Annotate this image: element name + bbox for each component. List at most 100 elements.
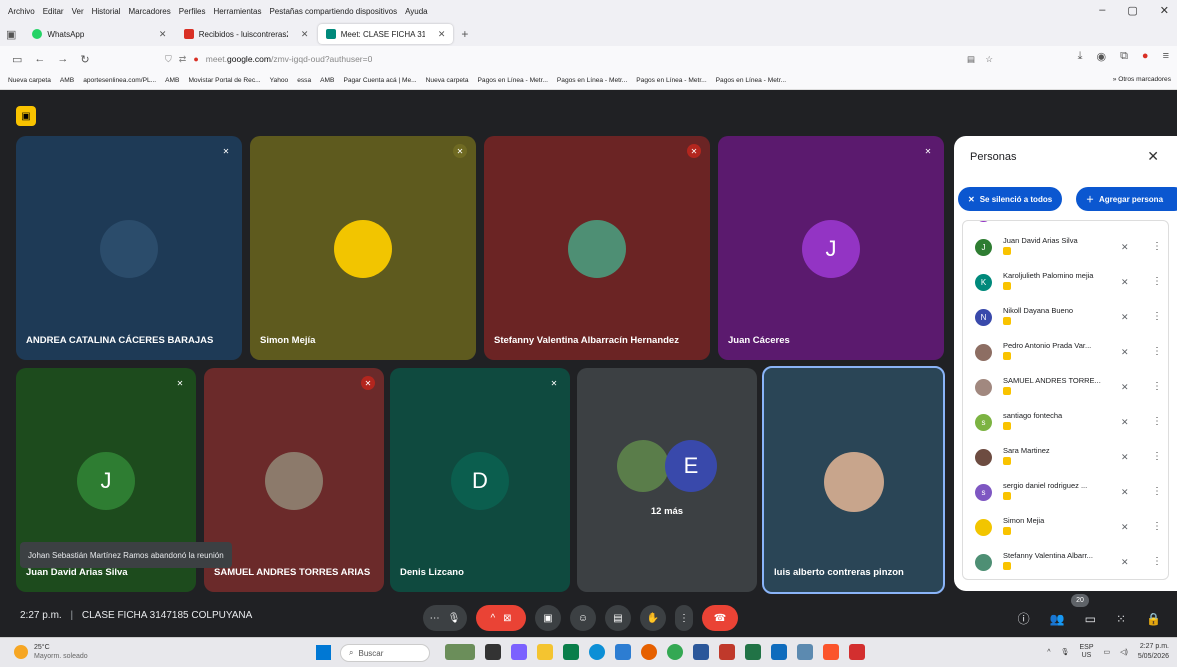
- pdf-icon[interactable]: [849, 644, 865, 660]
- more-options-icon[interactable]: ⋮: [1152, 311, 1162, 322]
- firefox-icon[interactable]: [641, 644, 657, 660]
- mic-off-icon[interactable]: ✕: [1121, 242, 1129, 253]
- more-options-icon[interactable]: ⋮: [1152, 451, 1162, 462]
- outlook-icon[interactable]: [771, 644, 787, 660]
- menu-pestanas[interactable]: Pestañas compartiendo dispositivos: [269, 7, 397, 16]
- taskview-icon[interactable]: [485, 644, 501, 660]
- more-options-icon[interactable]: ⋮: [1152, 346, 1162, 357]
- edge-icon[interactable]: [589, 644, 605, 660]
- chevron-up-icon[interactable]: ^: [1047, 649, 1050, 656]
- list-item[interactable]: Simon Mejia ✕ ⋮: [963, 511, 1168, 545]
- app-icon[interactable]: [719, 644, 735, 660]
- bookmark-item[interactable]: Yahoo: [270, 77, 289, 84]
- bookmark-item[interactable]: AMB: [320, 77, 334, 84]
- widget-icon[interactable]: [445, 644, 475, 660]
- bookmark-item[interactable]: Nueva carpeta: [426, 77, 469, 84]
- addon-icon[interactable]: ●: [1142, 50, 1149, 63]
- close-window-icon[interactable]: ✕: [1160, 4, 1169, 17]
- extensions-icon[interactable]: ⧉: [1120, 50, 1128, 63]
- list-item[interactable]: Stefanny Valentina Albarr... ✕ ⋮: [963, 546, 1168, 579]
- bookmark-item[interactable]: Pagos en Línea - Metr...: [478, 77, 548, 84]
- network-icon[interactable]: ▭: [1104, 648, 1111, 656]
- mic-off-icon[interactable]: ✕: [1121, 417, 1129, 428]
- weather-widget[interactable]: 25°C Mayorm. soleado: [14, 643, 88, 661]
- present-button[interactable]: ▣: [535, 605, 561, 631]
- photos-icon[interactable]: [615, 644, 631, 660]
- chrome-icon[interactable]: [667, 644, 683, 660]
- copilot-icon[interactable]: [511, 644, 527, 660]
- activities-icon[interactable]: ⁙: [1116, 612, 1126, 626]
- menu-marcadores[interactable]: Marcadores: [129, 7, 171, 16]
- camera-off-button[interactable]: ^ ⊠: [476, 605, 526, 631]
- bookmark-item[interactable]: AMB: [165, 77, 179, 84]
- info-icon[interactable]: ⓘ: [1018, 610, 1030, 627]
- more-options-icon[interactable]: ⋮: [1152, 276, 1162, 287]
- other-bookmarks[interactable]: » Otros marcadores: [1106, 76, 1171, 83]
- tab-gmail[interactable]: Recibidos - luiscontreras2070@ ✕: [176, 24, 316, 44]
- menu-archivo[interactable]: Archivo: [8, 7, 35, 16]
- bookmark-item[interactable]: Pagos en Línea - Metr...: [716, 77, 786, 84]
- account-icon[interactable]: ◉: [1096, 50, 1106, 63]
- mic-off-icon[interactable]: ✕: [1121, 487, 1129, 498]
- chat-icon[interactable]: ▭: [1085, 612, 1096, 626]
- more-options-button[interactable]: ⋮: [675, 605, 693, 631]
- bookmark-item[interactable]: Movistar Portal de Rec...: [188, 77, 260, 84]
- list-item[interactable]: Sara Martinez ✕ ⋮: [963, 441, 1168, 475]
- clock[interactable]: 2:27 p.m. 5/05/2026: [1138, 642, 1169, 662]
- list-item[interactable]: s sergio daniel rodriguez ... ✕ ⋮: [963, 476, 1168, 510]
- mic-off-icon[interactable]: ✕: [1121, 347, 1129, 358]
- participant-tile[interactable]: ✕ J Juan Cáceres: [718, 136, 944, 360]
- bookmark-item[interactable]: aportesenlinea.com/PL...: [83, 77, 156, 84]
- mic-off-icon[interactable]: ✕: [1121, 522, 1129, 533]
- bookmark-item[interactable]: AMB: [60, 77, 74, 84]
- close-tab-icon[interactable]: ✕: [301, 29, 309, 40]
- menu-herramientas[interactable]: Herramientas: [213, 7, 261, 16]
- bookmark-item[interactable]: Pagos en Línea - Metr...: [557, 77, 627, 84]
- list-item[interactable]: Pedro Antonio Prada Var... ✕ ⋮: [963, 336, 1168, 370]
- raise-hand-button[interactable]: ✋: [640, 605, 666, 631]
- bookmark-item[interactable]: Pagar Cuenta acá | Me...: [343, 77, 416, 84]
- menu-historial[interactable]: Historial: [92, 7, 121, 16]
- bookmark-item[interactable]: Pagos en Línea - Metr...: [636, 77, 706, 84]
- participant-tile[interactable]: ✕ Stefanny Valentina Albarracín Hernande…: [484, 136, 710, 360]
- menu-editar[interactable]: Editar: [43, 7, 64, 16]
- host-controls-icon[interactable]: ▣: [16, 106, 36, 126]
- close-tab-icon[interactable]: ✕: [438, 29, 446, 40]
- back-icon[interactable]: ←: [34, 53, 45, 65]
- reload-icon[interactable]: ↻: [80, 53, 89, 66]
- captions-button[interactable]: ▤: [605, 605, 631, 631]
- close-tab-icon[interactable]: ✕: [159, 29, 167, 40]
- more-options-icon[interactable]: ⋮: [1152, 486, 1162, 497]
- bookmark-item[interactable]: essa: [297, 77, 311, 84]
- url-bar[interactable]: ⛉ ⇄ ● meet.google.com/zmv-igqd-oud?authu…: [165, 49, 995, 69]
- list-item[interactable]: [963, 221, 1168, 231]
- more-participants-tile[interactable]: E 12 más: [577, 368, 757, 592]
- menu-perfiles[interactable]: Perfiles: [179, 7, 206, 16]
- tab-meet[interactable]: Meet: CLASE FICHA 314718 ✕: [318, 24, 454, 44]
- bookmark-item[interactable]: Nueva carpeta: [8, 77, 51, 84]
- reactions-button[interactable]: ☺: [570, 605, 596, 631]
- store-icon[interactable]: [563, 644, 579, 660]
- mute-all-button[interactable]: ✕ Se silenció a todos: [958, 187, 1063, 211]
- mic-icon[interactable]: 🎙: [1061, 648, 1070, 656]
- mic-off-icon[interactable]: ✕: [1121, 312, 1129, 323]
- more-options-icon[interactable]: ⋮: [1152, 521, 1162, 532]
- bookmark-star-icon[interactable]: ☆: [985, 54, 993, 65]
- participant-tile[interactable]: luis alberto contreras pinzon: [762, 366, 945, 594]
- mic-off-icon[interactable]: ✕: [1121, 382, 1129, 393]
- leave-call-button[interactable]: ☎: [702, 605, 738, 631]
- maximize-icon[interactable]: ▢: [1127, 4, 1137, 17]
- more-options-icon[interactable]: ⋮: [1152, 416, 1162, 427]
- mic-off-icon[interactable]: ✕: [1121, 277, 1129, 288]
- list-item[interactable]: SAMUEL ANDRES TORRE... ✕ ⋮: [963, 371, 1168, 405]
- list-item[interactable]: J Juan David Arias Silva ✕ ⋮: [963, 231, 1168, 265]
- host-controls-icon[interactable]: 🔒: [1146, 612, 1161, 626]
- word-icon[interactable]: [693, 644, 709, 660]
- people-icon[interactable]: 👥: [1050, 612, 1065, 626]
- forward-icon[interactable]: →: [57, 53, 68, 65]
- more-options-icon[interactable]: ⋮: [1152, 381, 1162, 392]
- add-person-button[interactable]: ＋ Agregar persona: [1076, 187, 1177, 211]
- search-box[interactable]: ⌕ Buscar: [340, 644, 430, 662]
- participant-tile[interactable]: ✕ D Denis Lizcano: [390, 368, 570, 592]
- more-options-icon[interactable]: ⋮: [1152, 241, 1162, 252]
